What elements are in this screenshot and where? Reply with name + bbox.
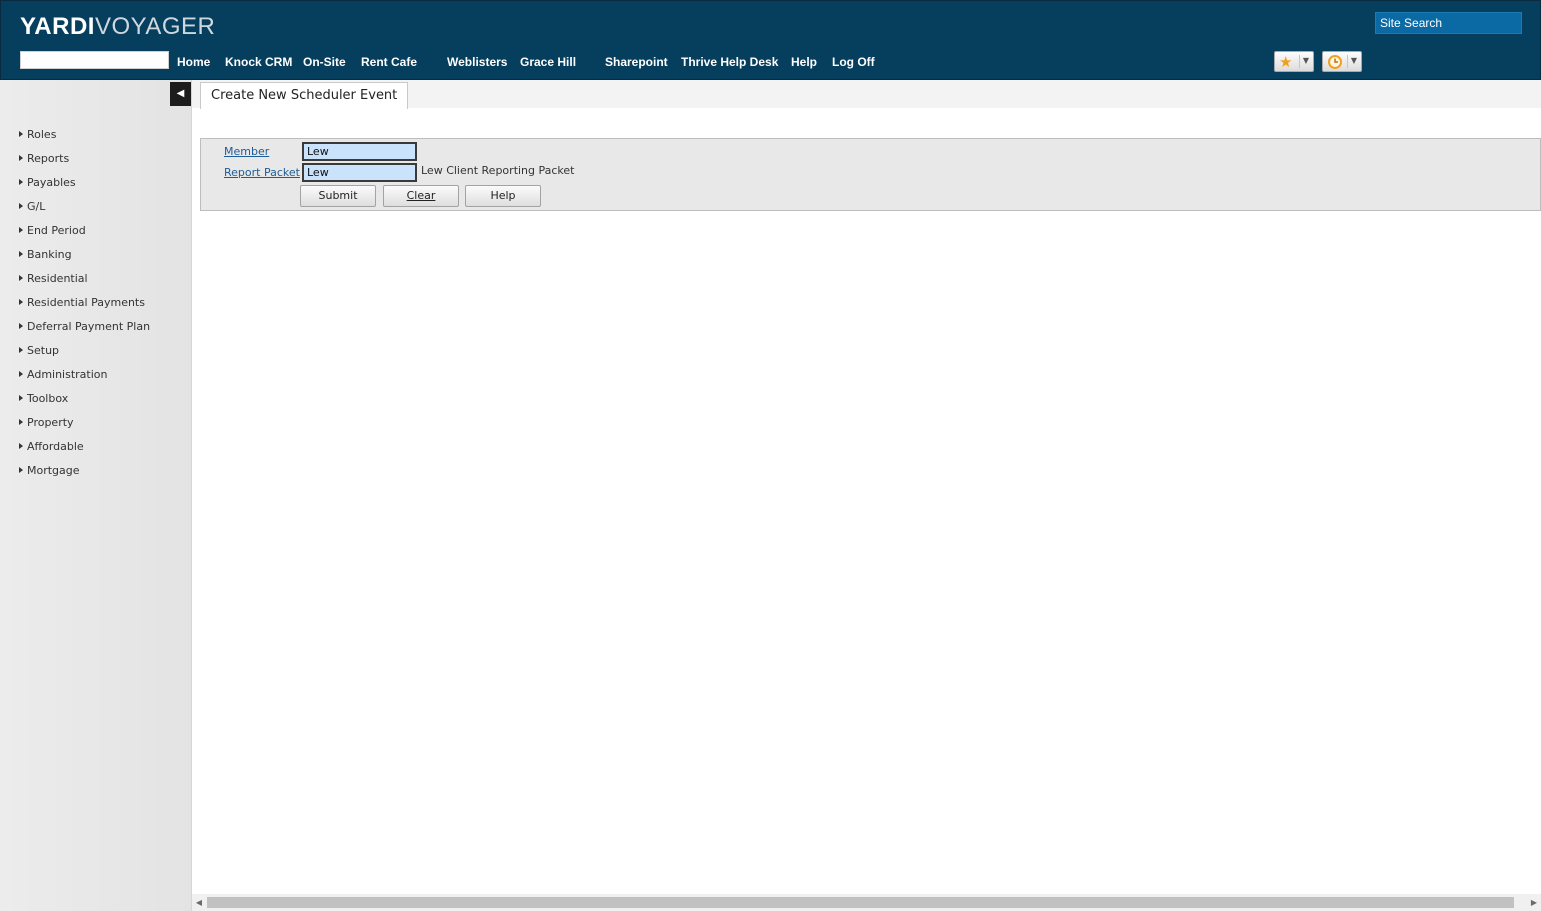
sidebar-item-mortgage[interactable]: Mortgage	[19, 464, 80, 482]
button-divider	[1347, 55, 1348, 68]
favorites-button[interactable]: ★ ▼	[1274, 51, 1314, 72]
horizontal-scrollbar[interactable]: ◀ ▶	[192, 894, 1541, 911]
caret-right-icon	[19, 443, 23, 449]
tab-create-new-scheduler-event[interactable]: Create New Scheduler Event	[200, 82, 409, 109]
sidebar-item-residential[interactable]: Residential	[19, 272, 88, 290]
report-packet-description: Lew Client Reporting Packet	[421, 164, 575, 177]
caret-right-icon	[19, 419, 23, 425]
nav-help[interactable]: Help	[791, 55, 817, 69]
sidebar-item-property[interactable]: Property	[19, 416, 74, 434]
nav-knock-crm[interactable]: Knock CRM	[225, 55, 292, 69]
sidebar-item-label: Affordable	[27, 440, 84, 453]
sidebar-item-banking[interactable]: Banking	[19, 248, 72, 266]
sidebar-item-deferral-payment-plan[interactable]: Deferral Payment Plan	[19, 320, 150, 338]
nav-home[interactable]: Home	[177, 55, 210, 69]
sidebar-item-label: Deferral Payment Plan	[27, 320, 151, 333]
sidebar-item-label: Payables	[27, 176, 76, 189]
nav-log-off[interactable]: Log Off	[832, 55, 875, 69]
scheduler-event-form: Member Report Packet Lew Client Reportin…	[200, 138, 1541, 211]
star-icon: ★	[1279, 53, 1293, 71]
sidebar-item-label: End Period	[27, 224, 86, 237]
sidebar-item-setup[interactable]: Setup	[19, 344, 59, 362]
caret-right-icon	[19, 275, 23, 281]
caret-right-icon	[19, 179, 23, 185]
caret-right-icon	[19, 467, 23, 473]
logo-text-light: VOYAGER	[94, 13, 216, 40]
property-lookup-input[interactable]	[20, 51, 169, 69]
nav-sharepoint[interactable]: Sharepoint	[605, 55, 668, 69]
nav-weblisters[interactable]: Weblisters	[447, 55, 507, 69]
sidebar-item-payables[interactable]: Payables	[19, 176, 76, 194]
button-divider	[1299, 55, 1300, 68]
caret-right-icon	[19, 323, 23, 329]
sidebar-item-label: Roles	[27, 128, 57, 141]
yardi-voyager-logo[interactable]: YARDIVOYAGER	[20, 13, 215, 41]
scroll-right-icon[interactable]: ▶	[1527, 894, 1541, 911]
sidebar-item-residential-payments[interactable]: Residential Payments	[19, 296, 145, 314]
member-label[interactable]: Member	[224, 145, 269, 158]
sidebar-item-end-period[interactable]: End Period	[19, 224, 86, 242]
clock-icon	[1327, 53, 1343, 74]
nav-on-site[interactable]: On-Site	[303, 55, 346, 69]
scrollbar-thumb[interactable]	[207, 897, 1514, 908]
site-search-input[interactable]	[1375, 12, 1522, 34]
sidebar-item-label: Reports	[27, 152, 70, 165]
sidebar-item-affordable[interactable]: Affordable	[19, 440, 84, 458]
scroll-left-icon[interactable]: ◀	[192, 894, 206, 911]
main-content: Create New Scheduler Event Member Report…	[192, 80, 1541, 911]
sidebar: ◀ Roles Reports Payables G/L End Period …	[0, 80, 192, 911]
chevron-down-icon: ▼	[1350, 56, 1357, 65]
help-button[interactable]: Help	[465, 185, 541, 207]
sidebar-item-administration[interactable]: Administration	[19, 368, 108, 386]
clear-button[interactable]: Clear	[383, 185, 459, 207]
sidebar-item-label: Setup	[27, 344, 60, 357]
history-button[interactable]: ▼	[1322, 51, 1362, 72]
sidebar-item-label: Residential Payments	[27, 296, 145, 309]
sidebar-item-label: Property	[27, 416, 74, 429]
sidebar-item-label: Banking	[27, 248, 72, 261]
nav-grace-hill[interactable]: Grace Hill	[520, 55, 576, 69]
caret-right-icon	[19, 251, 23, 257]
logo-text-bold: YARDI	[20, 13, 95, 40]
app-header: YARDIVOYAGER Home Knock CRM On-Site Rent…	[0, 0, 1541, 80]
sidebar-item-label: Toolbox	[27, 392, 69, 405]
sidebar-item-reports[interactable]: Reports	[19, 152, 69, 170]
sidebar-item-label: G/L	[27, 200, 46, 213]
sidebar-item-label: Residential	[27, 272, 88, 285]
member-field[interactable]	[302, 142, 417, 161]
chevron-down-icon: ▼	[1302, 56, 1309, 65]
caret-right-icon	[19, 395, 23, 401]
report-packet-field[interactable]	[302, 163, 417, 182]
collapse-left-icon[interactable]: ◀	[170, 82, 191, 106]
sidebar-item-gl[interactable]: G/L	[19, 200, 45, 218]
nav-rent-cafe[interactable]: Rent Cafe	[361, 55, 417, 69]
report-packet-label[interactable]: Report Packet	[224, 166, 300, 179]
sidebar-item-label: Mortgage	[27, 464, 80, 477]
caret-right-icon	[19, 131, 23, 137]
tab-strip: Create New Scheduler Event	[192, 80, 1541, 109]
sidebar-item-roles[interactable]: Roles	[19, 128, 56, 146]
submit-button[interactable]: Submit	[300, 185, 376, 207]
caret-right-icon	[19, 203, 23, 209]
sidebar-item-toolbox[interactable]: Toolbox	[19, 392, 68, 410]
sidebar-item-label: Administration	[27, 368, 108, 381]
caret-right-icon	[19, 347, 23, 353]
caret-right-icon	[19, 371, 23, 377]
caret-right-icon	[19, 299, 23, 305]
caret-right-icon	[19, 227, 23, 233]
nav-thrive-help-desk[interactable]: Thrive Help Desk	[681, 55, 778, 69]
caret-right-icon	[19, 155, 23, 161]
